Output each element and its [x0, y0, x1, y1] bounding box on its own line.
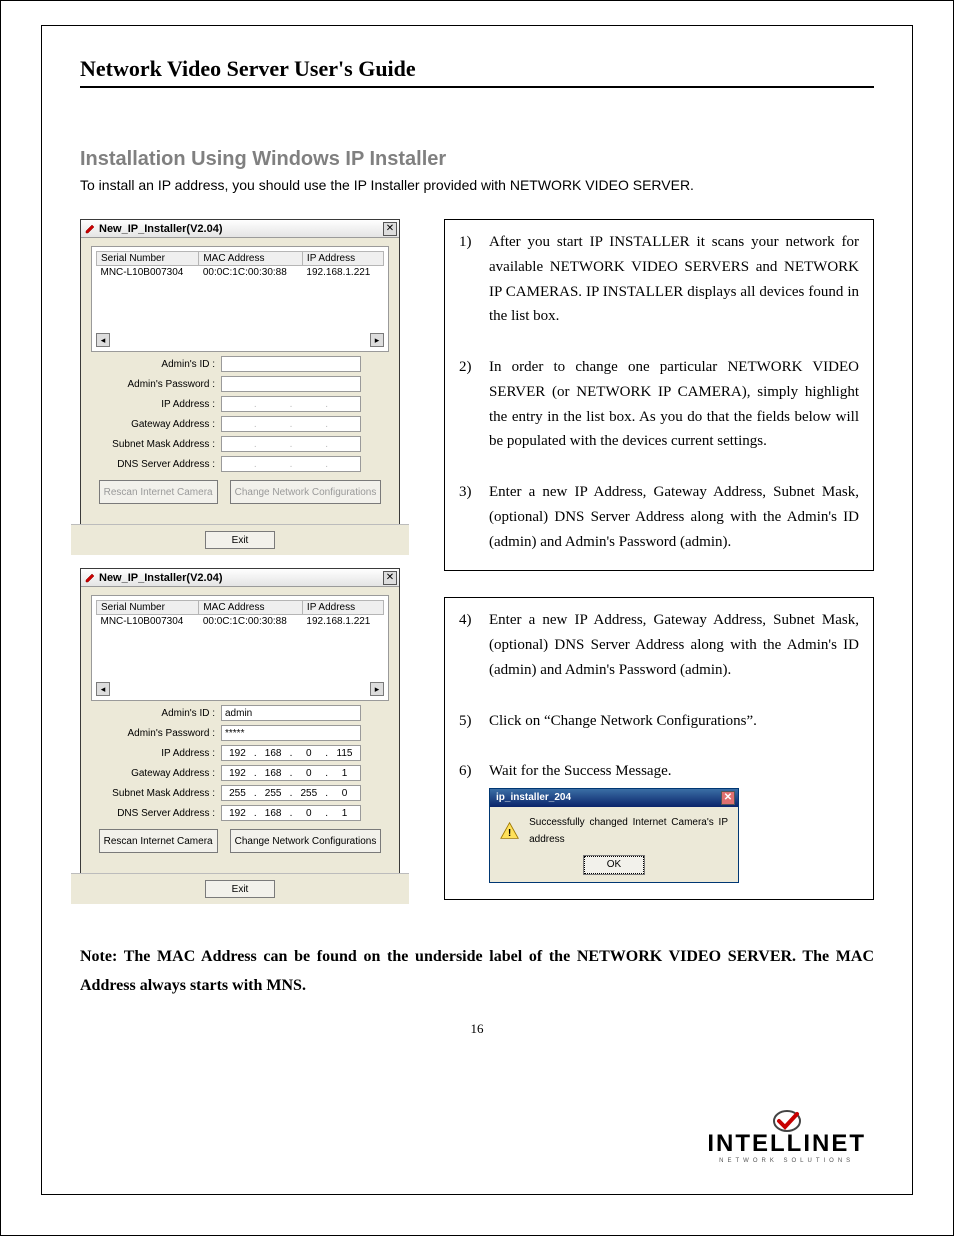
scroll-right-icon[interactable]: ▸: [370, 333, 384, 347]
brand-logo: INTELLINET NETWORK SOLUTIONS: [707, 1110, 866, 1164]
step-text: Enter a new IP Address, Gateway Address,…: [489, 608, 859, 682]
rescan-button[interactable]: Rescan Internet Camera: [99, 829, 218, 853]
step-number: 2): [459, 355, 489, 454]
change-config-button[interactable]: Change Network Configurations: [230, 829, 382, 853]
close-icon[interactable]: ✕: [383, 222, 397, 236]
ip-installer-window-blank: New_IP_Installer(V2.04) ✕ Serial Number …: [80, 219, 400, 546]
exit-button[interactable]: Exit: [205, 531, 275, 549]
table-row[interactable]: MNC-L10B007304 00:0C:1C:00:30:88 192.168…: [97, 266, 384, 280]
step-text: Click on “Change Network Configurations”…: [489, 709, 859, 734]
device-list-table[interactable]: Serial Number MAC Address IP Address MNC…: [96, 251, 384, 279]
label-mask: Subnet Mask Address :: [91, 439, 221, 450]
footnote: Note: The MAC Address can be found on th…: [80, 943, 874, 1001]
section-title: Installation Using Windows IP Installer: [80, 148, 874, 171]
ip-address-field[interactable]: 192. 168. 0. 115: [221, 745, 361, 761]
col-mac: MAC Address: [199, 601, 303, 615]
col-mac: MAC Address: [199, 252, 303, 266]
col-serial: Serial Number: [97, 601, 199, 615]
step-number: 4): [459, 608, 489, 682]
window-title: New_IP_Installer(V2.04): [99, 572, 379, 584]
step-number: 3): [459, 480, 489, 554]
step-text: After you start IP INSTALLER it scans yo…: [489, 230, 859, 329]
intro-paragraph: To install an IP address, you should use…: [80, 177, 874, 193]
label-gw: Gateway Address :: [91, 419, 221, 430]
success-dialog: ip_installer_204 ✕ ! Successfully change…: [489, 788, 739, 883]
gateway-field[interactable]: ...: [221, 416, 361, 432]
label-admin-id: Admin's ID :: [91, 359, 221, 370]
ip-installer-window-filled: New_IP_Installer(V2.04) ✕ Serial Number …: [80, 568, 400, 895]
cell-serial: MNC-L10B007304: [97, 266, 199, 280]
step-number: 5): [459, 709, 489, 734]
step-text: In order to change one particular NETWOR…: [489, 355, 859, 454]
label-admin-pw: Admin's Password :: [91, 728, 221, 739]
horizontal-scrollbar[interactable]: ◂ ▸: [96, 682, 384, 696]
checkmark-icon: [773, 1110, 801, 1132]
label-ip: IP Address :: [91, 748, 221, 759]
device-list-table[interactable]: Serial Number MAC Address IP Address MNC…: [96, 600, 384, 628]
step-number: 1): [459, 230, 489, 329]
col-ip: IP Address: [302, 601, 383, 615]
cell-ip: 192.168.1.221: [302, 615, 383, 629]
rescan-button[interactable]: Rescan Internet Camera: [99, 480, 218, 504]
gateway-field[interactable]: 192. 168. 0. 1: [221, 765, 361, 781]
success-message: Successfully changed Internet Camera's I…: [529, 815, 728, 848]
dns-field[interactable]: 192. 168. 0. 1: [221, 805, 361, 821]
subnet-mask-field[interactable]: 255. 255. 255. 0: [221, 785, 361, 801]
label-ip: IP Address :: [91, 399, 221, 410]
label-dns: DNS Server Address :: [91, 808, 221, 819]
subnet-mask-field[interactable]: ...: [221, 436, 361, 452]
col-serial: Serial Number: [97, 252, 199, 266]
cell-serial: MNC-L10B007304: [97, 615, 199, 629]
close-icon[interactable]: ✕: [383, 571, 397, 585]
pencil-icon: [85, 224, 95, 234]
success-title: ip_installer_204: [496, 790, 571, 807]
exit-button[interactable]: Exit: [205, 880, 275, 898]
close-icon[interactable]: ✕: [721, 791, 735, 805]
warning-icon: !: [500, 821, 519, 843]
scroll-left-icon[interactable]: ◂: [96, 333, 110, 347]
brand-name: INTELLINET: [707, 1130, 866, 1158]
cell-ip: 192.168.1.221: [302, 266, 383, 280]
ip-address-field[interactable]: ...: [221, 396, 361, 412]
table-row[interactable]: MNC-L10B007304 00:0C:1C:00:30:88 192.168…: [97, 615, 384, 629]
label-admin-pw: Admin's Password :: [91, 379, 221, 390]
label-mask: Subnet Mask Address :: [91, 788, 221, 799]
label-admin-id: Admin's ID :: [91, 708, 221, 719]
scroll-left-icon[interactable]: ◂: [96, 682, 110, 696]
title-rule: [80, 86, 874, 88]
label-dns: DNS Server Address :: [91, 459, 221, 470]
instructions-box-1: 1) After you start IP INSTALLER it scans…: [444, 219, 874, 571]
step-number: 6): [459, 759, 489, 883]
label-gw: Gateway Address :: [91, 768, 221, 779]
change-config-button[interactable]: Change Network Configurations: [230, 480, 382, 504]
admin-id-field[interactable]: [221, 356, 361, 372]
horizontal-scrollbar[interactable]: ◂ ▸: [96, 333, 384, 347]
admin-pw-field[interactable]: *****: [221, 725, 361, 741]
admin-id-field[interactable]: admin: [221, 705, 361, 721]
step-text: Enter a new IP Address, Gateway Address,…: [489, 480, 859, 554]
page-number: 16: [80, 1021, 874, 1037]
window-title: New_IP_Installer(V2.04): [99, 223, 379, 235]
brand-subtitle: NETWORK SOLUTIONS: [707, 1158, 866, 1164]
svg-text:!: !: [508, 827, 511, 838]
doc-title: Network Video Server User's Guide: [80, 56, 874, 82]
ok-button[interactable]: OK: [584, 856, 644, 874]
admin-pw-field[interactable]: [221, 376, 361, 392]
instructions-box-2: 4) Enter a new IP Address, Gateway Addre…: [444, 597, 874, 900]
dns-field[interactable]: ...: [221, 456, 361, 472]
pencil-icon: [85, 573, 95, 583]
cell-mac: 00:0C:1C:00:30:88: [199, 266, 303, 280]
step-text: Wait for the Success Message.: [489, 763, 672, 779]
scroll-right-icon[interactable]: ▸: [370, 682, 384, 696]
col-ip: IP Address: [302, 252, 383, 266]
cell-mac: 00:0C:1C:00:30:88: [199, 615, 303, 629]
